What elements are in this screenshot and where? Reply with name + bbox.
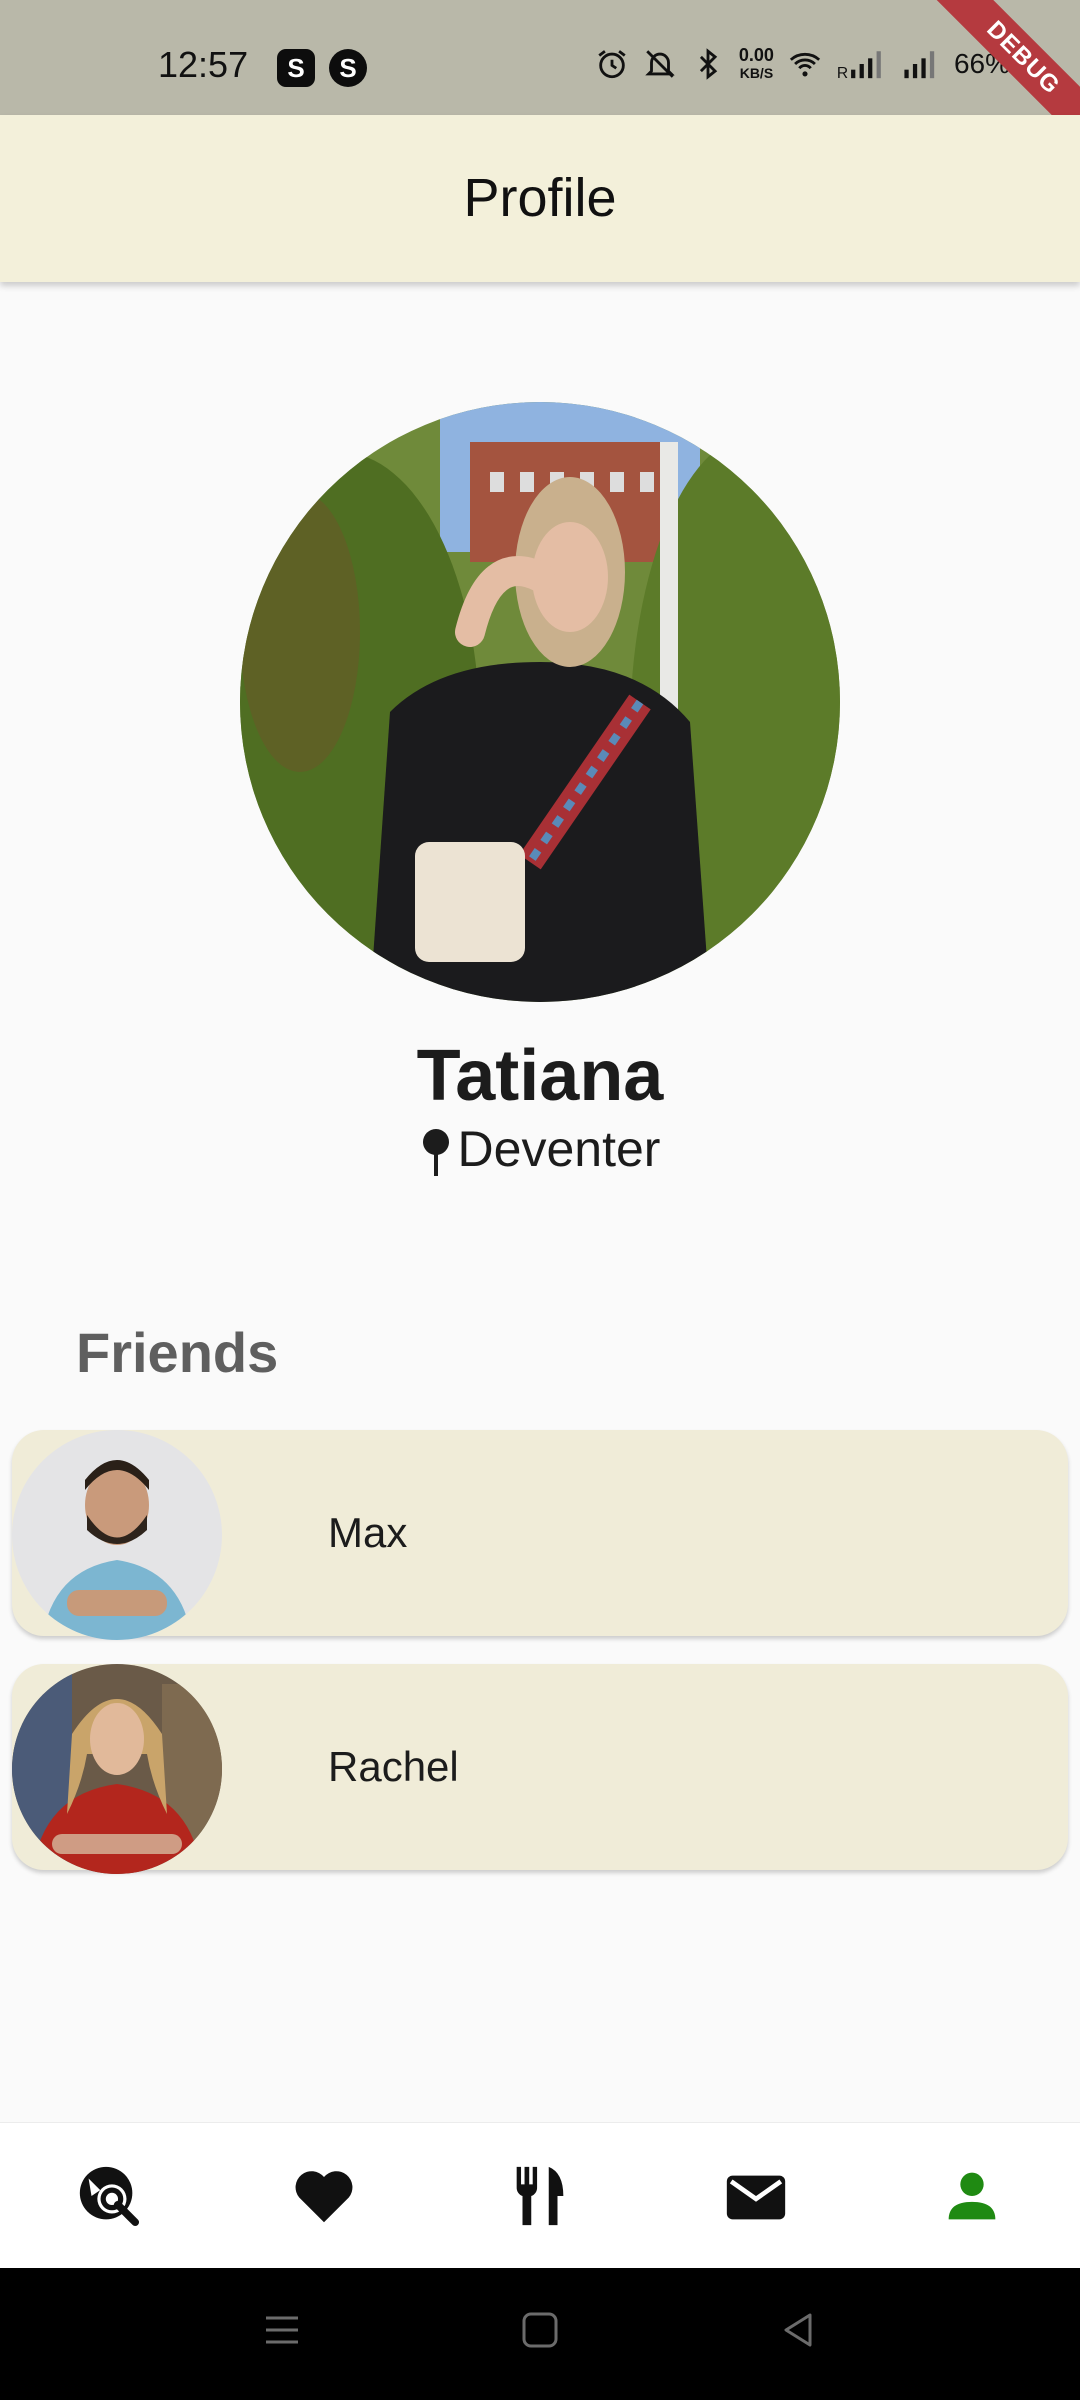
heart-icon[interactable] — [289, 2161, 359, 2231]
status-icons: 0.00 KB/S R 66% — [595, 46, 1010, 82]
friend-name: Rachel — [328, 1743, 459, 1790]
svg-text:R: R — [837, 65, 848, 81]
app-notification-icon: S — [277, 49, 315, 87]
speed-value: 0.00 — [738, 45, 774, 65]
friend-card-max[interactable]: Max — [12, 1430, 1068, 1640]
back-icon[interactable] — [778, 2310, 818, 2350]
app-bar: Profile — [0, 115, 1080, 282]
network-speed: 0.00 KB/S — [739, 46, 774, 82]
wifi-icon — [789, 52, 821, 77]
speed-unit: KB/S — [739, 65, 774, 81]
home-icon[interactable] — [520, 2310, 560, 2350]
bell-off-icon — [645, 50, 675, 78]
bottom-navigation — [0, 2122, 1080, 2269]
friend-photo — [12, 1430, 222, 1640]
friend-card-rachel[interactable]: Rachel — [12, 1664, 1068, 1874]
explore-search-icon[interactable] — [74, 2161, 144, 2231]
system-navigation-bar — [0, 2268, 1080, 2400]
profile-location: Deventer — [0, 1120, 1080, 1178]
status-time: 12:57 — [158, 44, 249, 85]
friend-avatar — [12, 1430, 222, 1640]
mail-icon[interactable] — [721, 2161, 791, 2231]
signal-icon-2 — [904, 51, 935, 79]
friend-name: Max — [328, 1509, 408, 1556]
app-notification-icon-2: S — [329, 49, 367, 87]
person-icon[interactable] — [937, 2161, 1007, 2231]
status-bar: 12:57 S S 0.00 KB/S R 66% DEBUG — [0, 0, 1080, 115]
friend-avatar — [12, 1664, 222, 1874]
bluetooth-icon — [699, 48, 718, 80]
location-text: Deventer — [457, 1121, 661, 1177]
friend-photo — [12, 1664, 222, 1874]
profile-avatar — [240, 402, 840, 1002]
menu-icon[interactable] — [262, 2310, 302, 2350]
alarm-icon — [598, 50, 626, 79]
restaurant-icon[interactable] — [505, 2161, 575, 2231]
signal-icon: R — [837, 51, 881, 81]
page-title: Profile — [463, 168, 617, 228]
profile-name: Tatiana — [416, 1036, 664, 1116]
location-pin-icon — [422, 1128, 449, 1176]
profile-photo — [240, 402, 840, 1002]
friends-heading: Friends — [76, 1321, 279, 1384]
